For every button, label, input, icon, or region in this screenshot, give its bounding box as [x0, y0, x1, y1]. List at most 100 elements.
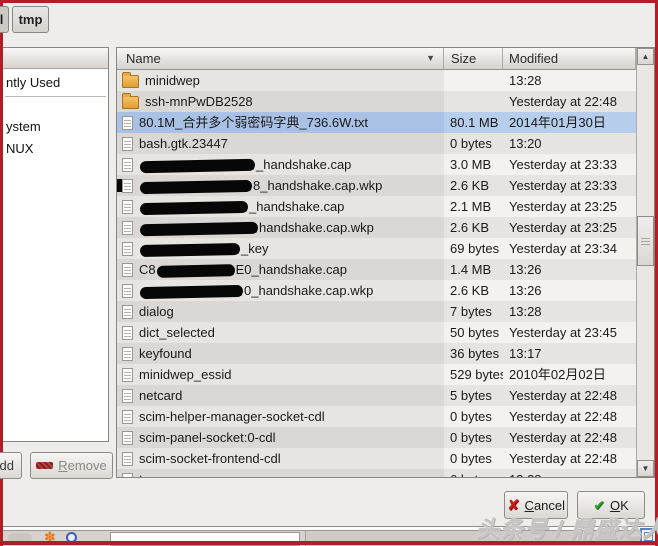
file-row[interactable]: 0_handshake.cap.wkp 2.6 KB13:26: [117, 280, 636, 301]
file-row[interactable]: _handshake.cap2.1 MBYesterday at 23:25: [117, 196, 636, 217]
file-name: ssh-mnPwDB2528: [145, 91, 253, 112]
file-modified: Yesterday at 23:33: [503, 175, 636, 196]
file-size: 0 bytes: [444, 406, 503, 427]
file-size: 69 bytes: [444, 238, 503, 259]
file-modified: Yesterday at 22:48: [503, 385, 636, 406]
file-modified: Yesterday at 23:25: [503, 196, 636, 217]
file-row[interactable]: minidwep_essid529 bytes2010年02月02日: [117, 364, 636, 385]
file-size: 6 bytes: [444, 469, 503, 477]
file-icon: [122, 179, 133, 193]
file-size: 0 bytes: [444, 448, 503, 469]
places-sidebar: ntly Used ystem NUX: [2, 47, 109, 442]
file-modified: 2014年01月30日: [503, 112, 636, 133]
sort-descending-icon: ▼: [426, 48, 435, 69]
file-icon: [122, 137, 133, 151]
censor-scribble: [157, 264, 235, 278]
file-row[interactable]: t 6 bytes13:28: [117, 469, 636, 477]
folder-icon: [122, 96, 139, 109]
file-name: _key: [139, 238, 268, 259]
file-modified: Yesterday at 23:34: [503, 238, 636, 259]
file-icon: [122, 305, 133, 319]
file-row[interactable]: scim-panel-socket:0-cdl0 bytesYesterday …: [117, 427, 636, 448]
file-row[interactable]: _handshake.cap3.0 MBYesterday at 23:33: [117, 154, 636, 175]
file-name: dict_selected: [139, 322, 215, 343]
file-chooser-dialog: l tmp ntly Used ystem NUX Name ▼ Size Mo: [0, 0, 658, 546]
file-name: 0_handshake.cap.wkp: [139, 280, 373, 301]
file-modified: 13:26: [503, 280, 636, 301]
file-size: 50 bytes: [444, 322, 503, 343]
vertical-scrollbar[interactable]: ▲ ▼: [636, 48, 654, 477]
sidebar-item-label: ntly Used: [6, 75, 60, 90]
file-row[interactable]: scim-socket-frontend-cdl 0 bytesYesterday…: [117, 448, 636, 469]
file-modified: 2010年02月02日: [503, 364, 636, 385]
column-header-size[interactable]: Size: [444, 48, 503, 70]
remove-button[interactable]: Remove: [30, 452, 113, 479]
file-row[interactable]: 8_handshake.cap.wkp 2.6 KBYesterday at 23…: [117, 175, 636, 196]
path-button-tmp-label: tmp: [19, 12, 43, 27]
file-name: handshake.cap.wkp: [139, 217, 374, 238]
remove-button-label: Remove: [58, 458, 106, 473]
file-row[interactable]: keyfound36 bytes13:17: [117, 343, 636, 364]
file-name: C8E0_handshake.cap: [139, 259, 347, 280]
file-row[interactable]: scim-helper-manager-socket-cdl0 bytesYes…: [117, 406, 636, 427]
file-modified: Yesterday at 22:48: [503, 427, 636, 448]
path-button-partial[interactable]: l: [0, 6, 9, 33]
watermark-text: 头条号 / 鼎盛达人: [476, 510, 658, 544]
sidebar-item-cdlinux[interactable]: NUX: [3, 138, 108, 160]
file-size: 1.4 MB: [444, 259, 503, 280]
file-list: Name ▼ Size Modified minidwep13:28ssh-mn…: [116, 47, 655, 478]
file-modified: 13:28: [503, 301, 636, 322]
file-size: 2.6 KB: [444, 280, 503, 301]
file-row[interactable]: bash.gtk.234470 bytes13:20: [117, 133, 636, 154]
file-name: _handshake.cap: [139, 196, 344, 217]
censor-scribble: [140, 284, 243, 298]
annotation-border-top: [0, 0, 658, 3]
column-header-modified[interactable]: Modified: [503, 48, 636, 70]
file-row[interactable]: minidwep13:28: [117, 70, 636, 91]
file-size: 5 bytes: [444, 385, 503, 406]
file-rows: minidwep13:28ssh-mnPwDB2528Yesterday at …: [117, 70, 636, 477]
file-row[interactable]: _key 69 bytesYesterday at 23:34: [117, 238, 636, 259]
column-header-name[interactable]: Name ▼: [117, 48, 444, 70]
file-row[interactable]: netcard5 bytesYesterday at 22:48: [117, 385, 636, 406]
add-button-label: Add: [0, 458, 14, 473]
file-name: _handshake.cap: [139, 154, 351, 175]
path-button-partial-label: l: [0, 12, 3, 27]
file-icon: [122, 221, 133, 235]
folder-icon: [122, 75, 139, 88]
censor-scribble: [140, 200, 248, 214]
file-row[interactable]: ssh-mnPwDB2528Yesterday at 22:48: [117, 91, 636, 112]
file-icon: [122, 431, 133, 445]
scroll-up-button[interactable]: ▲: [637, 48, 654, 65]
sidebar-item-recently-used[interactable]: ntly Used: [3, 72, 108, 94]
file-row[interactable]: 80.1M_合并多个弱密码字典_736.6W.txt80.1 MB2014年01…: [117, 112, 636, 133]
scrollbar-thumb[interactable]: [637, 216, 654, 266]
file-modified: 13:28: [503, 469, 636, 477]
scroll-down-button[interactable]: ▼: [637, 460, 654, 477]
file-name: 8_handshake.cap.wkp: [139, 175, 382, 196]
sidebar-item-label: ystem: [6, 119, 41, 134]
path-button-tmp[interactable]: tmp: [12, 6, 49, 33]
censor-scribble: [140, 179, 252, 193]
file-size: 7 bytes: [444, 301, 503, 322]
remove-minus-icon: [36, 462, 53, 469]
file-row[interactable]: dialog7 bytes13:28: [117, 301, 636, 322]
file-name: t: [139, 469, 143, 477]
file-name: bash.gtk.23447: [139, 133, 228, 154]
file-modified: Yesterday at 22:48: [503, 448, 636, 469]
file-icon: [122, 410, 133, 424]
file-row[interactable]: handshake.cap.wkp2.6 KBYesterday at 23:2…: [117, 217, 636, 238]
file-name: minidwep_essid: [139, 364, 232, 385]
file-row[interactable]: dict_selected50 bytesYesterday at 23:45: [117, 322, 636, 343]
file-icon: [122, 200, 133, 214]
add-button[interactable]: Add: [0, 452, 22, 479]
file-size: 3.0 MB: [444, 154, 503, 175]
file-row[interactable]: C8E0_handshake.cap1.4 MB13:26: [117, 259, 636, 280]
file-icon: [122, 242, 133, 256]
sidebar-item-file-system[interactable]: ystem: [3, 116, 108, 138]
file-icon: [122, 452, 133, 466]
file-name: scim-socket-frontend-cdl: [139, 448, 281, 469]
file-size: 2.6 KB: [444, 175, 503, 196]
file-name: scim-helper-manager-socket-cdl: [139, 406, 325, 427]
column-header-modified-label: Modified: [509, 51, 558, 66]
